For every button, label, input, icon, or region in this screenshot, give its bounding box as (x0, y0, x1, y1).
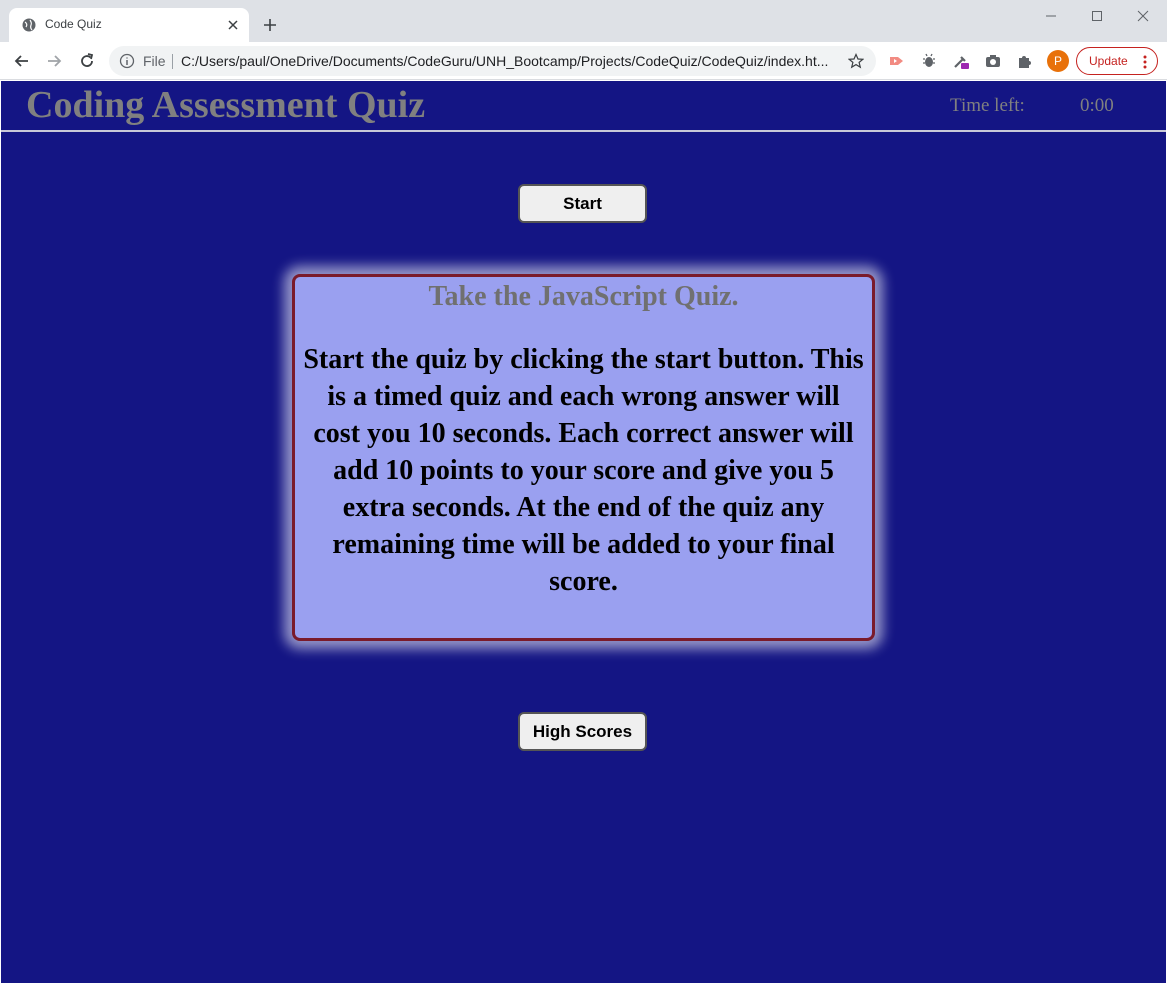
close-tab-icon[interactable] (225, 17, 241, 33)
close-window-icon[interactable] (1135, 8, 1151, 24)
more-menu-icon[interactable] (1143, 54, 1147, 70)
browser-tab[interactable]: Code Quiz (9, 8, 249, 42)
forward-icon[interactable] (44, 51, 64, 71)
page-title: Coding Assessment Quiz (26, 84, 426, 126)
instructions-card: Take the JavaScript Quiz. Start the quiz… (292, 274, 875, 641)
back-icon[interactable] (12, 51, 32, 71)
time-left-label: Time left: (950, 95, 1025, 116)
update-button[interactable]: Update (1076, 47, 1158, 75)
browser-titlebar: Code Quiz (0, 0, 1167, 42)
bug-extension-icon[interactable] (920, 52, 938, 70)
reload-icon[interactable] (77, 51, 97, 71)
maximize-icon[interactable] (1089, 8, 1105, 24)
globe-icon (22, 18, 36, 32)
url-scheme-label: File (143, 53, 166, 69)
start-button[interactable]: Start (518, 184, 647, 223)
cast-extension-icon[interactable] (888, 52, 906, 70)
tab-title: Code Quiz (45, 17, 102, 31)
address-bar[interactable]: File C:/Users/paul/OneDrive/Documents/Co… (109, 46, 876, 76)
page-header: Coding Assessment Quiz Time left: 0:00 (1, 81, 1166, 132)
url-text[interactable]: C:/Users/paul/OneDrive/Documents/CodeGur… (181, 53, 831, 69)
card-title: Take the JavaScript Quiz. (428, 281, 739, 312)
camera-extension-icon[interactable] (984, 52, 1002, 70)
omnibox-divider (172, 54, 173, 69)
new-tab-icon[interactable] (262, 17, 278, 33)
info-icon[interactable] (119, 53, 135, 69)
quiz-page: Coding Assessment Quiz Time left: 0:00 S… (1, 81, 1166, 983)
profile-avatar[interactable]: P (1047, 50, 1069, 72)
card-instructions: Start the quiz by clicking the start but… (303, 344, 864, 597)
eyedropper-extension-icon[interactable] (952, 52, 970, 70)
bookmark-star-icon[interactable] (848, 53, 864, 69)
browser-toolbar: File C:/Users/paul/OneDrive/Documents/Co… (0, 42, 1167, 80)
minimize-icon[interactable] (1043, 8, 1059, 24)
high-scores-button[interactable]: High Scores (518, 712, 647, 751)
update-label: Update (1089, 54, 1128, 68)
time-left-value: 0:00 (1080, 95, 1114, 116)
puzzle-extensions-icon[interactable] (1016, 52, 1034, 70)
